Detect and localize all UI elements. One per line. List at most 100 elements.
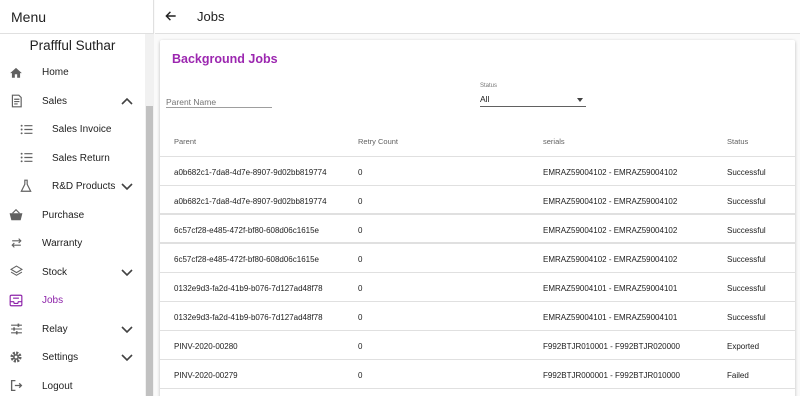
sidebar-scrollbar[interactable] (145, 34, 154, 396)
dropdown-arrow-icon[interactable] (577, 98, 583, 102)
arrow-back-icon[interactable] (164, 9, 178, 23)
inbox-icon (9, 293, 23, 307)
cell-status: Successful (727, 168, 766, 177)
column-header-parent[interactable]: Parent (174, 137, 196, 146)
cell-status: Successful (727, 197, 766, 206)
cell-serials: EMRAZ59004102 - EMRAZ59004102 (543, 197, 678, 206)
table-row[interactable]: 0132e9d3-fa2d-41b9-b076-7d127ad48f78 0 E… (160, 273, 795, 302)
table-row[interactable]: a0b682c1-7da8-4d7e-8907-9d02bb819774 0 E… (160, 186, 795, 215)
sidebar-item-label: Jobs (42, 295, 64, 306)
sidebar-item-sales-return[interactable]: Sales Return (0, 144, 145, 173)
sidebar-item-label: Stock (42, 266, 68, 278)
sidebar-item-label: Sales (42, 95, 68, 107)
layers-icon (9, 265, 23, 279)
table-row[interactable]: 0132e9d3-fa2d-41b9-b076-7d127ad48f78 0 E… (160, 302, 795, 331)
table-row[interactable]: 6c57cf28-e485-472f-bf80-608d06c1615e 0 E… (160, 244, 795, 273)
page-title: Jobs (197, 9, 225, 24)
list-icon (19, 151, 33, 165)
table-row[interactable]: PINV-2020-00279 0 F992BTJR000001 - F992B… (160, 360, 795, 389)
chevron-up-icon[interactable] (120, 95, 134, 107)
sidebar-item-label: Relay (42, 323, 68, 335)
status-label: Status (480, 83, 498, 89)
background-jobs-card: Background Jobs Status All Parent Retry … (160, 40, 795, 396)
sidebar-nav: Praffful Suthar Home Sales Sales Invoice (0, 34, 145, 396)
sidebar-item-label: Purchase (42, 209, 85, 221)
chevron-down-icon[interactable] (120, 180, 134, 192)
jobs-table: Parent Retry Count serials Status a0b682… (160, 126, 795, 389)
sidebar-item-logout[interactable]: Logout (0, 372, 145, 396)
sidebar-item-label: Sales Invoice (52, 124, 112, 135)
table-row[interactable]: a0b682c1-7da8-4d7e-8907-9d02bb819774 0 E… (160, 157, 795, 186)
sidebar-item-relay[interactable]: Relay (0, 315, 145, 344)
card-title: Background Jobs (172, 52, 278, 66)
sidebar-item-stock[interactable]: Stock (0, 258, 145, 287)
cell-retry-count: 0 (358, 168, 363, 177)
column-header-status[interactable]: Status (727, 137, 748, 146)
cell-status: Exported (727, 342, 760, 351)
sidebar-item-label: Logout (42, 380, 73, 392)
flask-icon (19, 179, 33, 193)
cell-retry-count: 0 (358, 255, 363, 264)
sidebar-item-label: Settings (42, 352, 79, 363)
home-icon (9, 65, 23, 79)
sidebar-item-warranty[interactable]: Warranty (0, 229, 145, 258)
table-row[interactable]: 6c57cf28-e485-472f-bf80-608d06c1615e 0 E… (160, 215, 795, 244)
cell-parent: 0132e9d3-fa2d-41b9-b076-7d127ad48f78 (174, 284, 323, 293)
parent-name-field[interactable] (166, 92, 272, 108)
cell-parent: PINV-2020-00280 (174, 342, 238, 351)
sidebar-item-purchase[interactable]: Purchase (0, 201, 145, 230)
cell-retry-count: 0 (358, 197, 363, 206)
table-row[interactable]: PINV-2020-00280 0 F992BTJR010001 - F992B… (160, 331, 795, 360)
status-select[interactable]: All (480, 92, 586, 107)
sidebar-item-label: Warranty (42, 238, 83, 249)
sidebar-item-rd-products[interactable]: R&D Products (0, 172, 145, 201)
cell-parent: a0b682c1-7da8-4d7e-8907-9d02bb819774 (174, 168, 327, 177)
sidebar: Menu Praffful Suthar Home Sales Sales In… (0, 0, 154, 396)
sidebar-item-sales-invoice[interactable]: Sales Invoice (0, 115, 145, 144)
cell-parent: 6c57cf28-e485-472f-bf80-608d06c1615e (174, 226, 320, 235)
sidebar-item-sales[interactable]: Sales (0, 87, 145, 116)
sidebar-menu-title: Menu (0, 0, 153, 34)
column-header-serials[interactable]: serials (543, 137, 565, 146)
receipt-icon (9, 94, 23, 108)
cell-status: Failed (727, 371, 749, 380)
cell-serials: EMRAZ59004101 - EMRAZ59004101 (543, 313, 678, 322)
cell-serials: F992BTJR000001 - F992BTJR010000 (543, 371, 680, 380)
cell-parent: 6c57cf28-e485-472f-bf80-608d06c1615e (174, 255, 320, 264)
swap-icon (9, 236, 23, 250)
sidebar-item-label: Sales Return (52, 152, 110, 164)
list-icon (19, 122, 33, 136)
scrollbar-thumb[interactable] (146, 106, 153, 396)
status-select-value: All (480, 94, 490, 104)
cell-serials: EMRAZ59004102 - EMRAZ59004102 (543, 226, 678, 235)
cell-retry-count: 0 (358, 342, 363, 351)
cell-serials: F992BTJR010001 - F992BTJR020000 (543, 342, 680, 351)
column-header-retry-count[interactable]: Retry Count (358, 137, 398, 146)
top-bar: Jobs (155, 0, 800, 34)
cell-serials: EMRAZ59004102 - EMRAZ59004102 (543, 168, 678, 177)
cell-parent: a0b682c1-7da8-4d7e-8907-9d02bb819774 (174, 197, 327, 206)
sidebar-item-home[interactable]: Home (0, 58, 145, 87)
cell-retry-count: 0 (358, 226, 363, 235)
table-header: Parent Retry Count serials Status (160, 126, 795, 157)
chevron-down-icon[interactable] (120, 351, 134, 363)
cell-serials: EMRAZ59004102 - EMRAZ59004102 (543, 255, 678, 264)
cell-status: Successful (727, 313, 766, 322)
cell-retry-count: 0 (358, 284, 363, 293)
gear-icon (9, 350, 23, 364)
sidebar-item-label: Home (42, 67, 69, 78)
parent-name-input[interactable] (166, 95, 272, 107)
cell-parent: PINV-2020-00279 (174, 371, 238, 380)
cell-serials: EMRAZ59004101 - EMRAZ59004101 (543, 284, 678, 293)
sidebar-item-settings[interactable]: Settings (0, 343, 145, 372)
cell-status: Successful (727, 284, 766, 293)
cell-retry-count: 0 (358, 313, 363, 322)
cell-status: Successful (727, 226, 766, 235)
chevron-down-icon[interactable] (120, 323, 134, 335)
chevron-down-icon[interactable] (120, 266, 134, 278)
logout-icon (9, 379, 23, 393)
tune-icon (9, 322, 23, 336)
sidebar-item-jobs[interactable]: Jobs (0, 286, 145, 315)
cell-status: Successful (727, 255, 766, 264)
cell-retry-count: 0 (358, 371, 363, 380)
